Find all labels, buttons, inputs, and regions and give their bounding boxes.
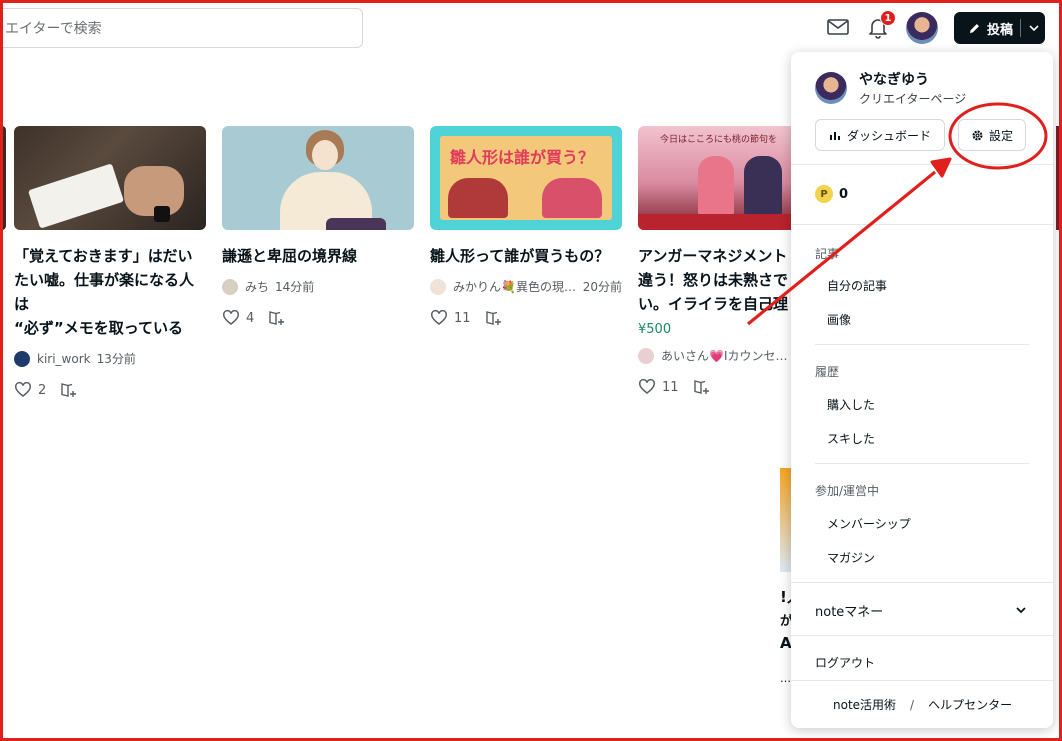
author-name[interactable]: みち — [245, 278, 269, 295]
logout-link[interactable]: ログアウト — [815, 654, 875, 671]
author-avatar[interactable] — [638, 347, 654, 364]
chevron-down-icon[interactable] — [1026, 20, 1042, 36]
add-to-magazine-icon[interactable] — [60, 381, 78, 399]
notification-badge: 1 — [880, 10, 896, 26]
author-avatar[interactable] — [222, 278, 238, 295]
chevron-down-icon[interactable] — [1013, 602, 1029, 618]
hidden-card-text: A — [780, 634, 792, 652]
mail-icon[interactable] — [825, 14, 851, 40]
article-title[interactable]: 「覚えておきます」はだいたい嘘。仕事が楽になる人は “必ず”メモを取っている — [14, 244, 206, 340]
menu-divider — [791, 680, 1053, 681]
post-time: 20分前 — [582, 280, 622, 294]
menu-user-avatar[interactable] — [815, 72, 847, 104]
heart-icon[interactable] — [430, 309, 448, 327]
menu-divider — [791, 164, 1053, 165]
author-name[interactable]: みかりん💐異色の現… — [453, 278, 576, 295]
user-avatar[interactable] — [906, 12, 938, 44]
menu-item-membership[interactable]: メンバーシップ — [827, 515, 911, 532]
user-dropdown-menu: やなぎゆう クリエイターページ ダッシュボード 設定 P 0 記事 自分の記事 … — [791, 52, 1053, 728]
article-card[interactable]: 雛人形は誰が買う？ 雛人形って誰が買うもの？ みかりん💐異色の現… 20分前 1… — [430, 126, 622, 327]
article-thumbnail — [14, 126, 206, 230]
points-coin-icon: P — [815, 185, 833, 203]
article-card[interactable]: 「覚えておきます」はだいたい嘘。仕事が楽になる人は “必ず”メモを取っている k… — [14, 126, 206, 399]
thumbnail-caption: 雛人形は誰が買う？ — [450, 148, 595, 167]
like-count: 11 — [662, 379, 679, 395]
heart-icon[interactable] — [638, 378, 656, 396]
card-fragment-left — [0, 126, 6, 230]
menu-divider — [815, 463, 1029, 464]
section-label-articles: 記事 — [815, 247, 840, 261]
menu-divider — [791, 582, 1053, 583]
help-center-link[interactable]: ヘルプセンター — [928, 698, 1012, 712]
menu-divider — [791, 224, 1053, 225]
card-fragment-right — [1056, 126, 1062, 230]
add-to-magazine-icon[interactable] — [693, 378, 711, 396]
menu-item-liked[interactable]: スキした — [827, 430, 875, 447]
article-card[interactable]: 謙遜と卑屈の境界線 みち 14分前 4 — [222, 126, 414, 327]
thumbnail-caption: 今日はこころにも桃の節句を — [660, 135, 778, 145]
menu-item-magazine[interactable]: マガジン — [827, 549, 875, 566]
gear-icon — [972, 129, 983, 141]
settings-button[interactable]: 設定 — [958, 119, 1026, 151]
search-placeholder: エイターで検索 — [5, 21, 102, 37]
author-name[interactable]: あいさん💗Iカウンセ… — [661, 347, 787, 364]
section-label-participating: 参加/運営中 — [815, 484, 880, 498]
section-label-history: 履歴 — [815, 365, 840, 379]
like-count: 11 — [454, 310, 471, 326]
heart-icon[interactable] — [14, 381, 32, 399]
menu-footer: note活用術 / ヘルプセンター — [833, 696, 1012, 713]
post-time: 14分前 — [275, 280, 315, 294]
post-button-divider — [1020, 19, 1021, 37]
add-to-magazine-icon[interactable] — [485, 309, 503, 327]
points-row[interactable]: P 0 — [815, 185, 848, 203]
note-money-toggle[interactable]: noteマネー — [815, 601, 883, 620]
bar-chart-icon — [829, 132, 840, 140]
dashboard-label: ダッシュボード — [846, 128, 931, 143]
like-count: 2 — [38, 382, 47, 398]
points-value: 0 — [839, 186, 849, 202]
menu-item-purchased[interactable]: 購入した — [827, 396, 875, 413]
post-label: 投稿 — [987, 22, 1014, 38]
pencil-icon — [968, 22, 981, 35]
post-time: 13分前 — [96, 352, 136, 366]
article-thumbnail — [222, 126, 414, 230]
menu-divider — [815, 344, 1029, 345]
hidden-card-text: … — [780, 672, 791, 685]
article-title[interactable]: 謙遜と卑屈の境界線 — [222, 244, 414, 268]
post-button[interactable]: 投稿 — [954, 12, 1045, 44]
article-title[interactable]: 雛人形って誰が買うもの？ — [430, 244, 622, 268]
note-tips-link[interactable]: note活用術 — [833, 698, 896, 712]
dashboard-button[interactable]: ダッシュボード — [815, 119, 945, 151]
menu-divider — [791, 635, 1053, 636]
menu-item-images[interactable]: 画像 — [827, 311, 851, 328]
author-avatar[interactable] — [430, 278, 446, 295]
menu-item-my-articles[interactable]: 自分の記事 — [827, 277, 887, 294]
menu-user-name[interactable]: やなぎゆう — [859, 69, 929, 89]
footer-separator: / — [910, 698, 915, 712]
like-count: 4 — [246, 310, 255, 326]
creator-page-link[interactable]: クリエイターページ — [859, 90, 966, 107]
author-avatar[interactable] — [14, 350, 30, 367]
settings-label: 設定 — [988, 128, 1013, 143]
heart-icon[interactable] — [222, 309, 240, 327]
article-thumbnail: 雛人形は誰が買う？ — [430, 126, 622, 230]
author-name[interactable]: kiri_work — [37, 352, 91, 366]
search-input[interactable]: エイターで検索 — [0, 8, 363, 48]
add-to-magazine-icon[interactable] — [268, 309, 286, 327]
